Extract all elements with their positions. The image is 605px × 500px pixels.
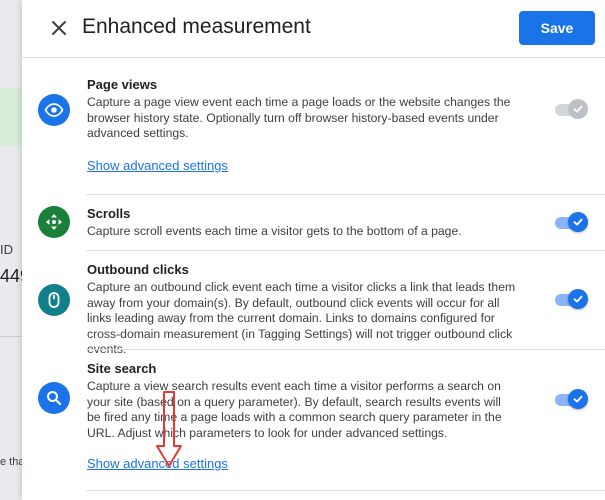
outbound-clicks-toggle[interactable] [553, 288, 589, 310]
check-icon [573, 218, 583, 226]
close-icon [52, 21, 66, 35]
background-note: e tha [0, 456, 22, 468]
outbound-clicks-title: Outbound clicks [87, 262, 189, 277]
check-icon [573, 105, 583, 113]
scrolls-toggle[interactable] [553, 211, 589, 233]
page-views-description: Capture a page view event each time a pa… [87, 95, 511, 140]
item-divider [86, 250, 605, 251]
background-page: ID 449 e tha [0, 0, 22, 500]
item-divider [86, 194, 605, 195]
save-button[interactable]: Save [519, 11, 595, 45]
close-button[interactable] [48, 17, 70, 39]
enhanced-measurement-panel: Enhanced measurement Save Page views Cap… [22, 0, 605, 500]
item-divider [86, 349, 605, 350]
background-divider [0, 336, 22, 337]
page-views-title: Page views [87, 77, 158, 92]
move-arrows-icon [38, 206, 70, 238]
scrolls-description: Capture scroll events each time a visito… [87, 224, 462, 238]
annotation-arrow-icon [156, 391, 182, 467]
outbound-clicks-description: Capture an outbound click event each tim… [87, 280, 516, 356]
background-value: 449 [0, 266, 22, 286]
background-highlight [0, 88, 22, 146]
eye-icon [38, 94, 70, 126]
page-title: Enhanced measurement [82, 15, 311, 38]
site-search-description: Capture a view search results event each… [87, 379, 502, 440]
site-search-toggle[interactable] [553, 388, 589, 410]
page-views-toggle[interactable] [553, 98, 589, 120]
item-divider [86, 490, 605, 491]
page-views-advanced-settings-link[interactable]: Show advanced settings [87, 158, 228, 173]
search-icon [38, 382, 70, 414]
background-label: ID [0, 242, 13, 257]
panel-header: Enhanced measurement Save [22, 0, 605, 58]
mouse-icon [38, 284, 70, 316]
scrolls-title: Scrolls [87, 206, 131, 221]
check-icon [573, 395, 583, 403]
check-icon [573, 295, 583, 303]
site-search-title: Site search [87, 361, 157, 376]
